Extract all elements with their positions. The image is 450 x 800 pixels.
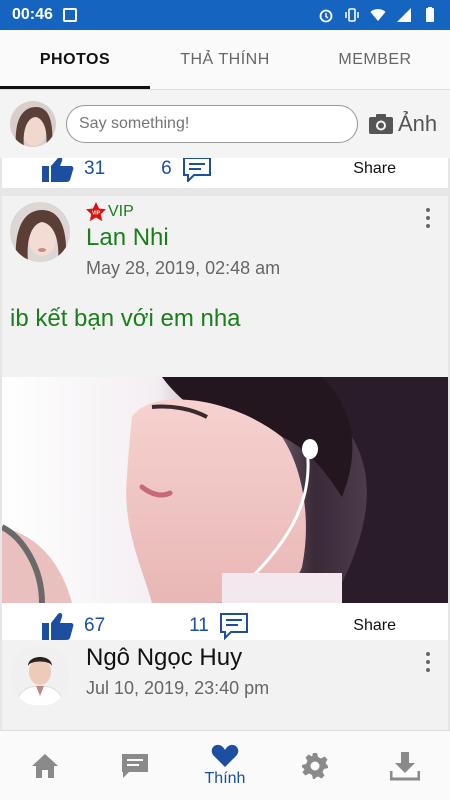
tab-member[interactable]: MEMBER	[300, 30, 450, 89]
nav-chat[interactable]	[90, 731, 180, 800]
wifi-icon	[370, 9, 386, 21]
prev-post-card: 31 6 Share	[2, 158, 448, 188]
share-button[interactable]: Share	[353, 160, 396, 178]
add-photo-button[interactable]: Ảnh	[368, 111, 437, 137]
post-date: May 28, 2019, 02:48 am	[86, 258, 281, 278]
thumbs-up-icon	[42, 158, 74, 182]
like-count: 67	[84, 615, 106, 636]
home-icon	[32, 753, 58, 778]
post-header: Ngô Ngọc Huy Jul 10, 2019, 23:40 pm	[2, 640, 448, 706]
comment-count: 11	[189, 615, 209, 636]
add-photo-label: Ảnh	[398, 111, 438, 136]
author-avatar[interactable]	[10, 202, 70, 262]
author-name[interactable]: Lan Nhi	[86, 224, 280, 252]
signal-icon	[397, 8, 411, 22]
post-meta: VIP VIP Lan Nhi May 28, 2019, 02:48 am	[86, 202, 280, 279]
post-header: VIP VIP Lan Nhi May 28, 2019, 02:48 am	[2, 196, 448, 279]
nav-home[interactable]	[0, 731, 90, 800]
status-bar: 00:46	[0, 0, 450, 30]
nav-settings[interactable]	[270, 731, 360, 800]
tab-photos[interactable]: PHOTOS	[0, 30, 150, 89]
camera-icon	[369, 114, 393, 134]
svg-text:VIP: VIP	[92, 211, 101, 217]
tab-tha-thinh[interactable]: THẢ THÍNH	[150, 30, 300, 89]
say-something-input[interactable]	[66, 105, 358, 143]
comment-icon	[182, 158, 211, 182]
comment-button[interactable]: 11	[189, 612, 249, 640]
alarm-icon	[319, 9, 333, 23]
prev-post-actions: 31 6 Share	[2, 158, 448, 184]
post-photo[interactable]	[2, 377, 448, 603]
comment-button[interactable]: 6	[161, 158, 212, 182]
comment-count: 6	[161, 158, 172, 179]
post-card: Ngô Ngọc Huy Jul 10, 2019, 23:40 pm	[2, 640, 448, 730]
post-composer: Ảnh	[0, 90, 450, 158]
vip-label: VIP	[108, 203, 134, 220]
nav-thinh-label: Thính	[204, 769, 246, 787]
share-button[interactable]: Share	[353, 617, 396, 635]
post-menu-button[interactable]	[426, 208, 430, 232]
heart-icon	[211, 744, 239, 767]
bottom-nav: Thính	[0, 730, 450, 800]
post-text: ib kết bạn với em nha	[10, 305, 241, 332]
battery-icon	[426, 7, 434, 22]
author-name[interactable]: Ngô Ngọc Huy	[86, 644, 269, 672]
post-card: VIP VIP Lan Nhi May 28, 2019, 02:48 am i…	[2, 196, 448, 649]
post-date: Jul 10, 2019, 23:40 pm	[86, 678, 270, 698]
status-icons	[318, 7, 438, 23]
image-notification-icon	[62, 8, 77, 22]
chat-icon	[122, 753, 148, 778]
nav-thinh[interactable]: Thính	[180, 731, 270, 800]
like-count: 31	[84, 158, 106, 179]
vip-star-icon: VIP	[86, 202, 106, 222]
top-tabs: PHOTOS THẢ THÍNH MEMBER	[0, 30, 450, 90]
like-button[interactable]: 67	[42, 612, 105, 640]
download-icon	[390, 751, 420, 780]
thumbs-up-icon	[42, 613, 74, 640]
comment-icon	[219, 613, 248, 640]
author-avatar[interactable]	[10, 646, 70, 706]
status-time: 00:46	[12, 6, 53, 23]
like-button[interactable]: 31	[42, 158, 105, 182]
vibrate-icon	[345, 8, 359, 22]
nav-download[interactable]	[360, 731, 450, 800]
post-meta: Ngô Ngọc Huy Jul 10, 2019, 23:40 pm	[86, 642, 269, 706]
my-avatar[interactable]	[10, 101, 56, 147]
post-menu-button[interactable]	[426, 652, 430, 676]
vip-badge: VIP VIP	[86, 202, 280, 222]
gear-icon	[302, 752, 328, 779]
